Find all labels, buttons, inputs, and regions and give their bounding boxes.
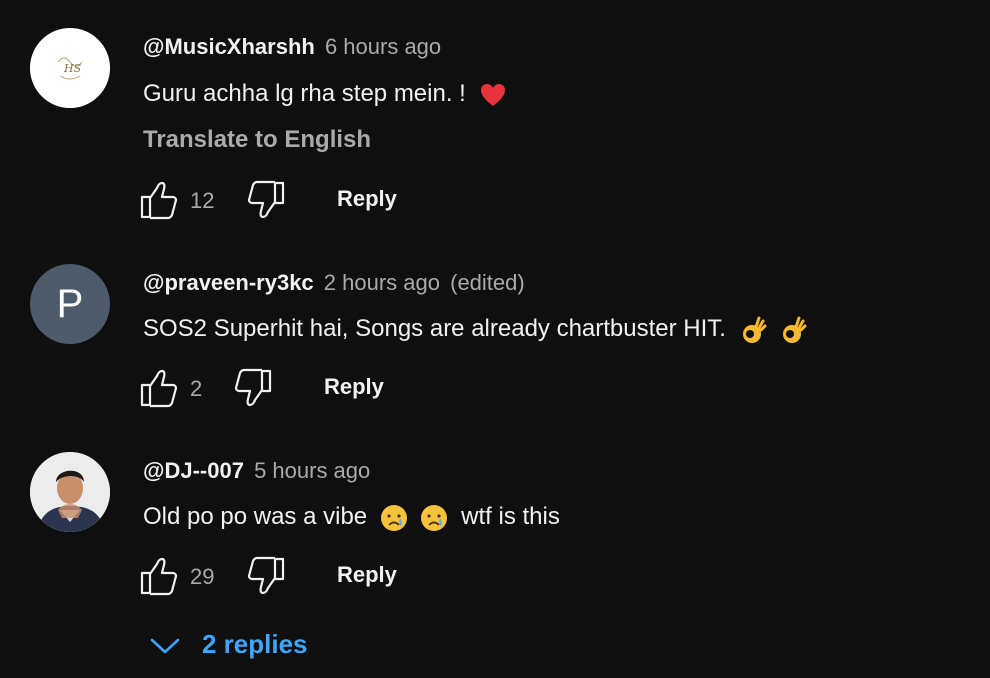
comment-text-suffix: wtf is this [461,503,560,530]
comment-text: Guru achha lg rha step mein. ! [143,80,507,109]
comment-header: @MusicXharshh 6 hours ago [143,34,441,60]
comment-text-content: Guru achha lg rha step mein. ! [143,80,466,107]
comment-toolbar: 12 Reply [140,180,540,220]
author-name[interactable]: @DJ--007 [143,458,244,483]
reply-button[interactable]: Reply [337,186,397,212]
red-heart-icon [480,83,505,106]
avatar[interactable]: HS [30,28,110,108]
dislike-button[interactable] [245,180,285,220]
timestamp[interactable]: 5 hours ago [254,458,370,483]
thumbs-up-icon [140,557,178,596]
thumbs-up-icon [140,369,178,408]
replies-count-label: 2 replies [202,629,308,659]
like-button[interactable] [140,180,180,220]
like-button[interactable] [140,556,180,596]
ok-hand-icon [742,316,767,343]
monogram-logo-icon: HS [30,28,110,108]
view-replies-button[interactable]: 2 replies [148,626,348,666]
like-count: 2 [190,376,203,401]
like-button[interactable] [140,368,180,408]
reply-button[interactable]: Reply [324,374,384,400]
crying-face-icon [380,504,407,531]
timestamp[interactable]: 2 hours ago [324,270,440,295]
timestamp[interactable]: 6 hours ago [325,34,441,59]
profile-photo-icon [30,452,110,532]
thumbs-down-icon [247,180,285,219]
comment-header: @DJ--007 5 hours ago [143,458,370,484]
like-count: 12 [190,188,215,213]
dislike-button[interactable] [245,556,285,596]
comment-toolbar: 2 Reply [140,368,540,408]
thumbs-up-icon [140,181,178,220]
like-count: 29 [190,564,215,589]
ok-hand-icon [783,316,807,343]
avatar[interactable] [30,452,110,532]
chevron-down-icon [150,638,180,654]
reply-button[interactable]: Reply [337,562,397,588]
edited-label: (edited) [450,270,525,295]
comment-text-content: SOS2 Superhit hai, Songs are already cha… [143,315,726,342]
author-name[interactable]: @MusicXharshh [143,34,315,59]
author-name[interactable]: @praveen-ry3kc [143,270,314,295]
comment-text-content: Old po po was a vibe [143,503,368,530]
translate-link[interactable]: Translate to English [143,126,371,154]
thumbs-down-icon [234,368,272,407]
avatar[interactable]: P [30,264,110,344]
comment-header: @praveen-ry3kc 2 hours ago (edited) [143,270,525,296]
dislike-button[interactable] [232,368,272,408]
thumbs-down-icon [247,556,285,595]
comment-text: SOS2 Superhit hai, Songs are already cha… [143,315,807,344]
avatar-monogram: HS [63,62,82,75]
avatar-letter: P [56,282,84,326]
crying-face-icon [421,504,448,531]
comment-text: Old po po was a vibe wtf is this [143,503,560,532]
comment-toolbar: 29 Reply [140,556,540,596]
